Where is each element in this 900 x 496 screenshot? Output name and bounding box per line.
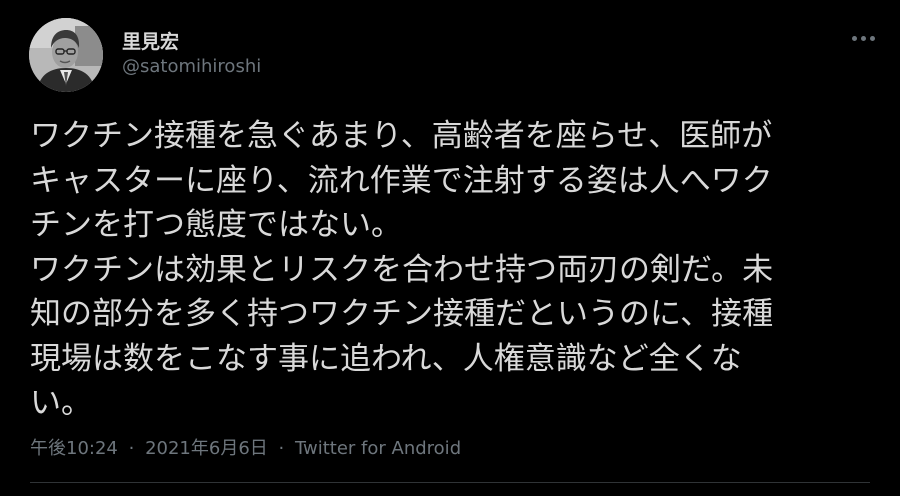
meta-separator: · bbox=[128, 438, 135, 459]
tweet-text-line: ワクチン接種を急ぐあまり、高齢者を座らせ、医師が bbox=[30, 118, 773, 154]
more-horizontal-icon bbox=[860, 35, 866, 41]
meta-separator: · bbox=[278, 438, 285, 459]
tweet-source-link[interactable]: Twitter for Android bbox=[295, 438, 461, 459]
profile-photo-icon bbox=[29, 18, 103, 92]
more-horizontal-icon bbox=[851, 35, 857, 41]
tweet-text: ワクチン接種を急ぐあまり、高齢者を座らせ、医師が キャスターに座り、流れ作業で注… bbox=[30, 114, 850, 426]
tweet-text-line: キャスターに座り、流れ作業で注射する姿は人へワク bbox=[30, 162, 773, 199]
tweet-meta: 午後10:24 · 2021年6月6日 · Twitter for Androi… bbox=[30, 434, 461, 460]
tweet-date[interactable]: 2021年6月6日 bbox=[145, 438, 268, 459]
avatar[interactable] bbox=[29, 18, 103, 92]
divider bbox=[30, 482, 870, 483]
more-horizontal-icon bbox=[869, 35, 875, 41]
tweet-time[interactable]: 午後10:24 bbox=[30, 438, 118, 459]
display-name[interactable]: 里見宏 bbox=[122, 27, 179, 54]
tweet-text-line: 知の部分を多く持つワクチン接種だというのに、接種 bbox=[30, 296, 774, 332]
tweet-card: 里見宏 @satomihiroshi ワクチン接種を急ぐあまり、高齢者を座らせ、… bbox=[0, 0, 900, 496]
tweet-text-line: 現場は数をこなす事に追われ、人権意識など全くな bbox=[30, 340, 742, 377]
tweet-text-line: チンを打つ態度ではない。 bbox=[30, 207, 402, 243]
user-handle[interactable]: @satomihiroshi bbox=[122, 56, 261, 77]
tweet-text-line: ワクチンは効果とリスクを合わせ持つ両刃の剣だ。未 bbox=[30, 251, 774, 288]
more-options-button[interactable] bbox=[843, 24, 883, 52]
tweet-text-line: い。 bbox=[30, 385, 92, 421]
